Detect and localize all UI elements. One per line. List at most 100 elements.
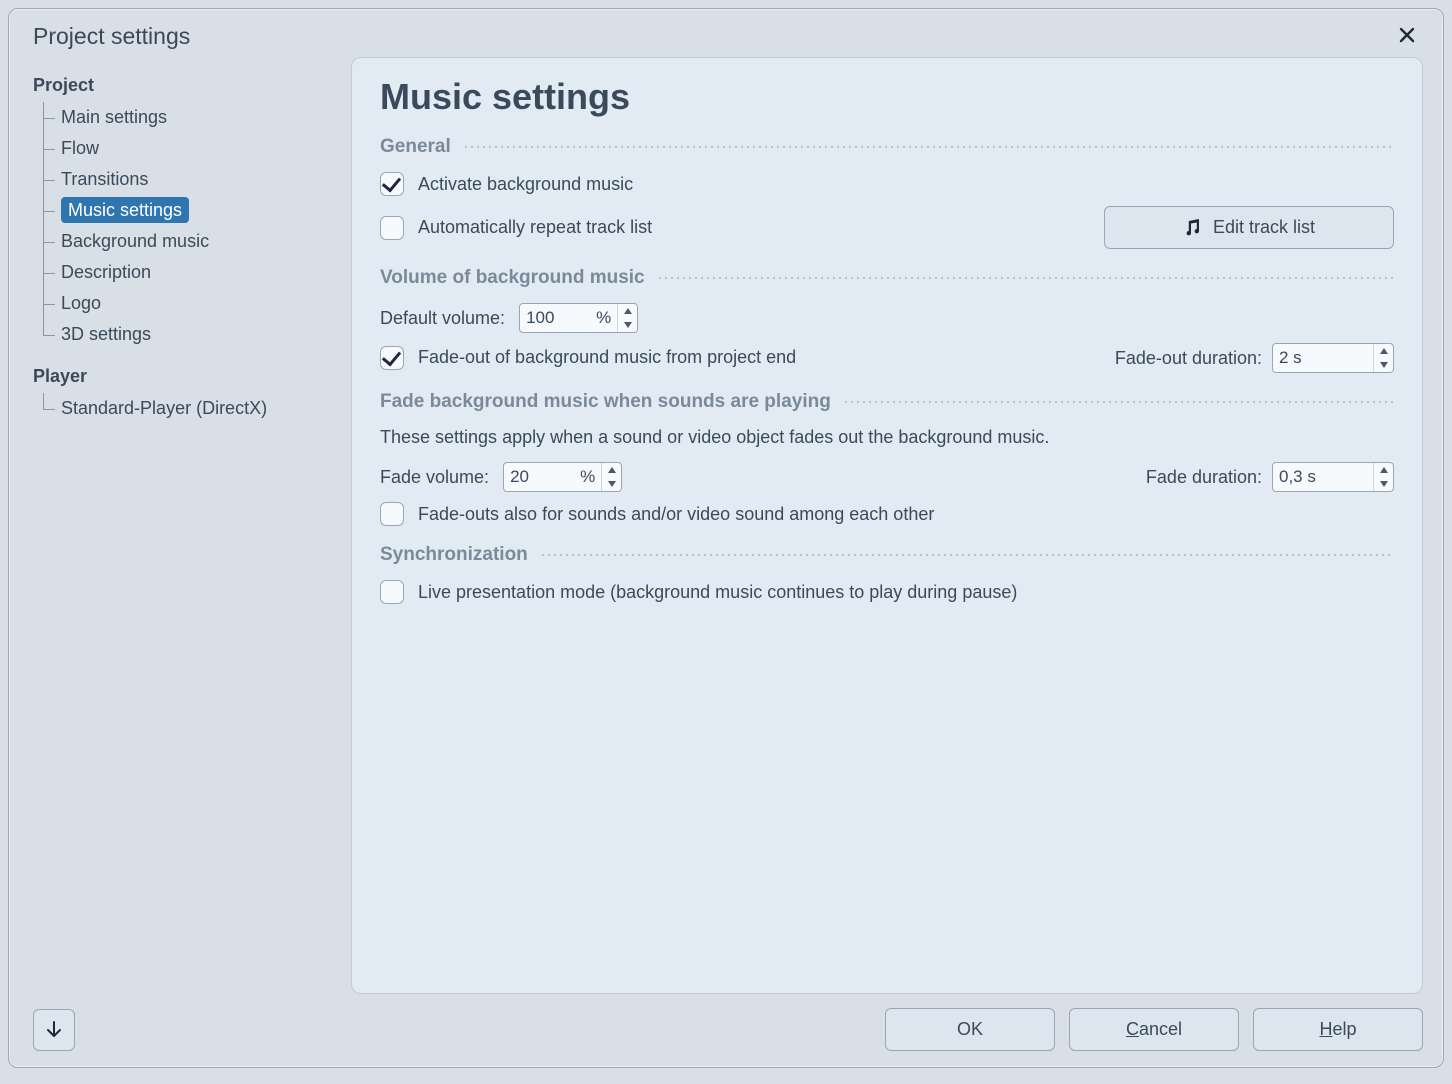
sidebar-item-description[interactable]: Description [43, 257, 333, 288]
spin-down-button[interactable] [618, 318, 637, 332]
live-mode-label: Live presentation mode (background music… [418, 582, 1017, 603]
fadeouts-also-checkbox[interactable] [380, 502, 404, 526]
help-label: Help [1319, 1019, 1356, 1040]
sidebar: Project Main settings Flow Transitions M… [33, 57, 333, 994]
section-divider [540, 554, 1394, 556]
sidebar-item-label: Logo [61, 293, 101, 313]
row-fade-volume: Fade volume: % Fade duration: [380, 462, 1394, 492]
section-header-volume: Volume of background music [380, 267, 1394, 289]
fade-volume-spin-buttons [601, 463, 621, 491]
fade-volume-label: Fade volume: [380, 467, 489, 488]
section-label: Synchronization [380, 544, 528, 566]
footer-right: OK Cancel Help [885, 1008, 1423, 1051]
fadeout-duration-input[interactable] [1273, 344, 1373, 372]
live-mode-checkbox[interactable] [380, 580, 404, 604]
section-label: Fade background music when sounds are pl… [380, 391, 831, 413]
spin-down-button[interactable] [602, 477, 621, 491]
sidebar-item-label: Transitions [61, 169, 148, 189]
ok-label: OK [957, 1019, 983, 1040]
section-header-fade: Fade background music when sounds are pl… [380, 391, 1394, 413]
tree-items-project: Main settings Flow Transitions Music set… [43, 102, 333, 350]
edit-tracklist-button[interactable]: Edit track list [1104, 206, 1394, 249]
dialog-body: Project Main settings Flow Transitions M… [9, 57, 1443, 1008]
section-header-sync: Synchronization [380, 544, 1394, 566]
tree-group-project: Project [33, 75, 333, 96]
fade-duration-label: Fade duration: [1146, 467, 1262, 488]
sidebar-item-logo[interactable]: Logo [43, 288, 333, 319]
default-volume-spinner[interactable]: % [519, 303, 638, 333]
sidebar-item-label: Flow [61, 138, 99, 158]
sidebar-item-label: Background music [61, 231, 209, 251]
sidebar-item-label: Description [61, 262, 151, 282]
sidebar-item-standard-player[interactable]: Standard-Player (DirectX) [43, 393, 333, 424]
repeat-tracklist-label: Automatically repeat track list [418, 217, 652, 238]
section-divider [657, 277, 1394, 279]
section-label: General [380, 136, 451, 158]
sidebar-item-background-music[interactable]: Background music [43, 226, 333, 257]
fadeouts-also-label: Fade-outs also for sounds and/or video s… [418, 504, 934, 525]
page-title: Music settings [380, 76, 1394, 118]
row-fadeout-end-left: Fade-out of background music from projec… [380, 346, 796, 370]
fadeout-duration-group: Fade-out duration: [1115, 343, 1394, 373]
fade-volume-input[interactable] [504, 463, 574, 491]
row-default-volume: Default volume: % [380, 303, 1394, 333]
section-divider [843, 401, 1394, 403]
fadeout-end-checkbox[interactable] [380, 346, 404, 370]
fadeout-end-label: Fade-out of background music from projec… [418, 346, 796, 369]
sidebar-item-label: Music settings [61, 197, 189, 223]
sidebar-item-transitions[interactable]: Transitions [43, 164, 333, 195]
default-volume-label: Default volume: [380, 308, 505, 329]
row-live-mode: Live presentation mode (background music… [380, 580, 1394, 604]
tree-group-player: Player [33, 366, 333, 387]
sidebar-item-3d-settings[interactable]: 3D settings [43, 319, 333, 350]
activate-bg-music-checkbox[interactable] [380, 172, 404, 196]
spin-down-button[interactable] [1374, 477, 1393, 491]
ok-button[interactable]: OK [885, 1008, 1055, 1051]
footer-left [33, 1009, 75, 1051]
help-button[interactable]: Help [1253, 1008, 1423, 1051]
cancel-button[interactable]: Cancel [1069, 1008, 1239, 1051]
main-panel: Music settings General Activate backgrou… [351, 57, 1423, 994]
activate-bg-music-label: Activate background music [418, 174, 633, 195]
edit-tracklist-label: Edit track list [1213, 217, 1315, 238]
section-header-general: General [380, 136, 1394, 158]
dialog-footer: OK Cancel Help [9, 1008, 1443, 1067]
sidebar-item-label: Main settings [61, 107, 167, 127]
music-note-icon [1183, 218, 1203, 238]
fadeout-duration-label: Fade-out duration: [1115, 348, 1262, 369]
fade-duration-spin-buttons [1373, 463, 1393, 491]
section-label: Volume of background music [380, 267, 645, 289]
project-settings-dialog: Project settings Project Main settings F… [8, 8, 1444, 1068]
sidebar-item-flow[interactable]: Flow [43, 133, 333, 164]
sidebar-item-main-settings[interactable]: Main settings [43, 102, 333, 133]
spin-up-button[interactable] [1374, 463, 1393, 477]
fade-duration-input[interactable] [1273, 463, 1373, 491]
tree-items-player: Standard-Player (DirectX) [43, 393, 333, 424]
row-fadeouts-also: Fade-outs also for sounds and/or video s… [380, 502, 1394, 526]
section-divider [463, 146, 1394, 148]
fadeout-duration-spinner[interactable] [1272, 343, 1394, 373]
default-volume-unit: % [590, 304, 617, 332]
fade-info-text: These settings apply when a sound or vid… [380, 427, 1394, 448]
fade-volume-spinner[interactable]: % [503, 462, 622, 492]
fade-duration-spinner[interactable] [1272, 462, 1394, 492]
window-title: Project settings [33, 23, 190, 50]
row-activate-bg-music: Activate background music [380, 172, 1394, 196]
sidebar-item-label: Standard-Player (DirectX) [61, 398, 267, 418]
spin-down-button[interactable] [1374, 358, 1393, 372]
spin-up-button[interactable] [602, 463, 621, 477]
fadeout-duration-spin-buttons [1373, 344, 1393, 372]
cancel-label: Cancel [1126, 1019, 1182, 1040]
close-button[interactable] [1391, 19, 1423, 53]
spin-up-button[interactable] [1374, 344, 1393, 358]
arrow-down-icon [44, 1020, 64, 1040]
import-button[interactable] [33, 1009, 75, 1051]
repeat-tracklist-checkbox[interactable] [380, 216, 404, 240]
spin-up-button[interactable] [618, 304, 637, 318]
row-repeat-and-edit: Automatically repeat track list Edit tra… [380, 206, 1394, 249]
sidebar-item-label: 3D settings [61, 324, 151, 344]
row-fade-volume-left: Fade volume: % [380, 462, 622, 492]
default-volume-input[interactable] [520, 304, 590, 332]
row-repeat-left: Automatically repeat track list [380, 216, 652, 240]
sidebar-item-music-settings[interactable]: Music settings [43, 195, 333, 226]
